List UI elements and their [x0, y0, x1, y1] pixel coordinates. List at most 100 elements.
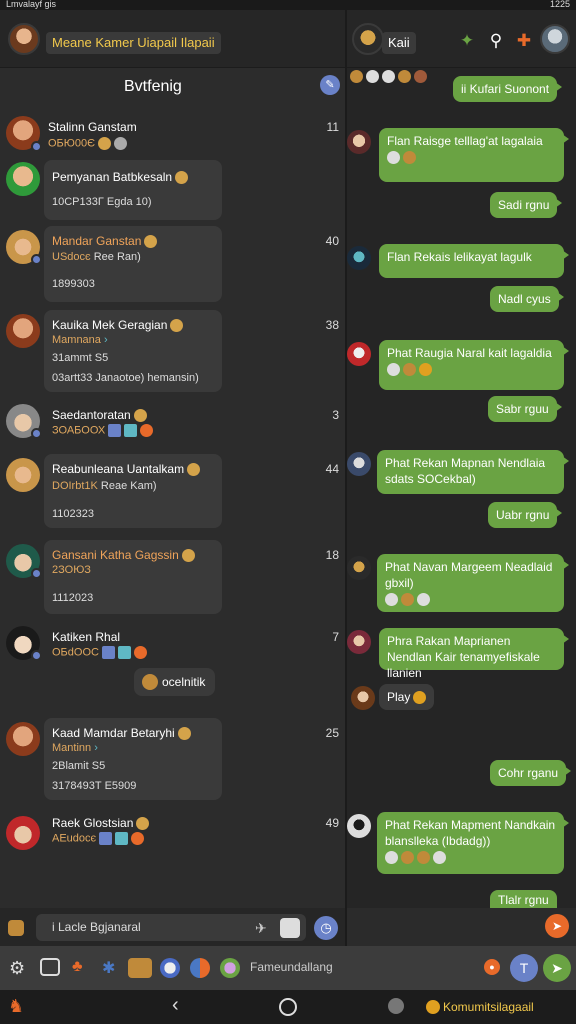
left-chat-title[interactable]: Meane Kamer Uiapail Ilapaii [46, 32, 221, 54]
clock-icon[interactable]: ◷ [314, 916, 338, 940]
nav-label[interactable]: Komumitsilagaail [443, 1000, 534, 1014]
send-icon[interactable]: ➤ [543, 954, 571, 982]
right-chat-avatar[interactable] [352, 23, 384, 55]
emoji-icon [136, 817, 150, 831]
message-bubble[interactable]: Flan Rekais lelikayat lagulk [379, 244, 569, 278]
contact-sub-text: OБdOOС [52, 646, 99, 659]
chart-icon[interactable] [190, 958, 210, 978]
settings-icon[interactable]: ⚙ [9, 958, 25, 979]
emoji-icon [181, 549, 195, 563]
right-chat-title[interactable]: Kaii [382, 32, 416, 54]
contact-row[interactable]: Raek Glostsian AEudocє 49 [0, 812, 345, 856]
presence-dot-icon [31, 254, 42, 265]
sticker-icon[interactable]: ✈ [255, 920, 267, 937]
compose-input[interactable]: Fameundallang [250, 960, 333, 974]
contact-row[interactable]: Katiken Rhal OБdOOС 7 [0, 622, 345, 666]
contact-name-text: Pemyanan Batbkesaln [52, 170, 173, 184]
contact-row[interactable]: Saedantoratan ЗОАБООХ 3 [0, 400, 345, 444]
back-icon[interactable]: ‹ [172, 994, 179, 1017]
format-icon[interactable]: T [510, 954, 538, 982]
contact-sub: OБЮ00Є [48, 137, 128, 150]
message-bubble[interactable]: Phat Rekan Mapnan Nendlaia sdats SOCekba… [377, 450, 569, 494]
message-text: Phat Navan Margeem Neadlaid gbxil) [385, 560, 553, 590]
presence-dot-icon [31, 650, 42, 661]
contact-count: 25 [325, 726, 339, 740]
emoji-icon [144, 235, 158, 249]
list-badge-icon[interactable]: ✎ [320, 75, 340, 95]
contact-row[interactable]: Kauika Mek Geragian Mamnana › 31ammt S5 … [0, 310, 345, 394]
home-icon[interactable] [279, 998, 297, 1016]
message-bubble[interactable]: Nadl cyus [490, 286, 564, 312]
contact-name: Katiken Rhal [52, 630, 121, 644]
contact-row[interactable]: Mandar Ganstan USdocє Ree Ran) 1899303 4… [0, 226, 345, 304]
contact-name: Gansani Katha Gagssin [52, 548, 195, 563]
contact-sub: Mamnana › [52, 334, 108, 346]
contact-row[interactable]: Kaad Mamdar Betaryhi Mantinn › 2Blamit S… [0, 718, 345, 802]
message-bubble[interactable]: Uabr rgnu [488, 502, 563, 528]
contact-sub: AEudocє [52, 832, 145, 845]
contact-avatar [6, 458, 40, 492]
message-text: Phat Raugia Naral kait lagaldia [387, 346, 552, 360]
chevron-right-icon: › [94, 742, 98, 754]
message-bubble[interactable]: Sabr rguu [488, 396, 562, 422]
message-bubble[interactable]: Phat Navan Margeem Neadlaid gbxil) [377, 554, 569, 612]
message-bubble-incoming[interactable]: Play [379, 684, 435, 710]
run-icon[interactable]: ✦ [456, 30, 478, 52]
contact-avatar [6, 162, 40, 196]
message-bubble[interactable]: Cohr rganu [490, 760, 572, 786]
contact-sub: DOIrbt1K Reae Kam) [52, 480, 157, 492]
contact-link[interactable]: Reae Kam) [101, 480, 157, 492]
contact-count: 11 [326, 120, 339, 134]
sender-avatar [347, 814, 371, 838]
contact-link[interactable]: Ree Ran) [94, 251, 141, 263]
star-icon[interactable]: ✱ [102, 958, 115, 978]
search-icon[interactable]: ⚲ [485, 30, 507, 52]
message-bubble[interactable]: Phat Rekan Mapment Nandkain blanslleka (… [377, 812, 569, 874]
contact-sub-text: Mantinn [52, 742, 92, 754]
contact-name: Pemyanan Batbkesaln [52, 170, 189, 185]
contact-row[interactable]: Pemyanan Batbkesaln 10СР133Г Egda 10) [0, 160, 345, 222]
message-bubble[interactable]: Tlalr rgnu [490, 890, 557, 908]
profile-avatar[interactable] [540, 24, 570, 54]
unread-pill[interactable]: ocelnitik [134, 668, 216, 696]
message-bubble[interactable]: ii Kufari Suonont [453, 76, 563, 102]
contact-row[interactable]: Gansani Katha Gagssin 2ЗОЮЗ 1112023 18 [0, 540, 345, 616]
contact-sub: 10СР133Г Egda 10) [52, 196, 152, 208]
contact-name: Raek Glostsian [52, 816, 150, 831]
message-bubble[interactable]: Sadi rgnu [490, 192, 563, 218]
contact-row[interactable]: Reabunleana Uantalkam DOIrbt1K Reae Kam)… [0, 454, 345, 530]
emoji-picker-icon[interactable] [220, 958, 240, 978]
emoji-icon [187, 463, 201, 477]
gift-icon[interactable]: ♣ [72, 958, 83, 976]
file-icon[interactable] [280, 918, 300, 938]
emoji-icon [413, 691, 427, 705]
app-logo-icon[interactable]: ♞ [8, 996, 24, 1017]
emoji-icon [131, 832, 145, 845]
emoji-icon [387, 151, 400, 165]
contact-count: 7 [332, 630, 339, 644]
contact-row[interactable]: Stalinn Ganstam OБЮ00Є 11 [0, 112, 345, 156]
menu-icon[interactable] [8, 920, 24, 936]
badge-icon [426, 1000, 440, 1014]
pin-icon[interactable]: ✚ [513, 30, 535, 52]
scroll-down-icon[interactable]: ➤ [545, 914, 569, 938]
search-bar: i Lacle Bgjanaral ✈ ◷ [0, 908, 345, 946]
badge-icon [142, 674, 158, 690]
message-bubble[interactable]: Flan Raisge telllag'at lagalaia [379, 128, 569, 182]
ball-icon[interactable] [160, 958, 180, 978]
assistant-icon[interactable] [388, 998, 404, 1014]
contact-count: 38 [325, 318, 339, 332]
camera-icon[interactable] [40, 958, 60, 976]
contact-sub: 2ЗОЮЗ [52, 564, 91, 576]
emoji-icon [177, 727, 191, 741]
contact-avatar [6, 816, 40, 850]
record-icon[interactable]: ● [484, 959, 500, 975]
reactions-strip [347, 68, 437, 84]
message-bubble[interactable]: Phra Rakan Maprianen Nendlan Kair tenamy… [379, 628, 569, 680]
user-avatar[interactable] [8, 23, 40, 55]
contact-name: Kauika Mek Geragian [52, 318, 184, 333]
message-bubble[interactable]: Phat Raugia Naral kait lagaldia [379, 340, 569, 390]
presence-dot-icon [31, 428, 42, 439]
contact-name: Saedantoratan [52, 408, 147, 423]
game-icon[interactable] [128, 958, 152, 978]
